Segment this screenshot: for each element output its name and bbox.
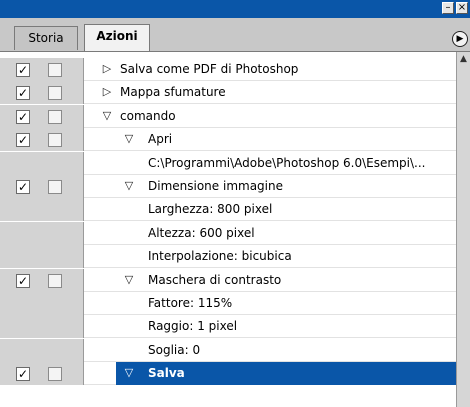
action-row[interactable]: Raggio: 1 pixel [0,315,456,339]
action-row[interactable]: ✓ ▷ Mappa sfumature [0,81,456,105]
close-button[interactable]: × [456,2,468,14]
toggle-item-checkbox[interactable]: ✓ [16,86,30,101]
row-toggle-column [0,151,84,175]
expanded-triangle-icon[interactable]: ▽ [100,109,114,123]
row-toggle-column: ✓ [0,58,84,81]
tab-storia[interactable]: Storia [14,26,78,50]
action-label: Raggio: 1 pixel [148,319,238,334]
row-toggle-column: ✓ [0,128,84,152]
action-label: Salva come PDF di Photoshop [120,62,299,76]
scroll-up-icon[interactable]: ▲ [457,52,470,66]
row-toggle-column: ✓ [0,268,84,292]
toggle-dialog-checkbox[interactable] [48,180,62,194]
toggle-item-checkbox[interactable]: ✓ [16,367,30,382]
toggle-dialog-checkbox[interactable] [48,133,62,148]
action-label: Mappa sfumature [120,85,226,100]
action-row[interactable]: Larghezza: 800 pixel [0,198,456,222]
toggle-dialog-checkbox[interactable] [48,109,62,124]
row-toggle-column [0,221,84,245]
toggle-dialog-checkbox[interactable] [48,367,62,382]
action-label: Maschera di contrasto [148,272,282,287]
action-row[interactable]: ✓ ▽ Dimensione immagine [0,175,456,198]
toggle-dialog-checkbox[interactable] [48,273,62,288]
row-toggle-column: ✓ [0,81,84,105]
row-toggle-column [0,245,84,269]
action-row[interactable]: ✓ ▽ Maschera di contrasto [0,268,456,292]
actions-list[interactable]: ✓ ▷ Salva come PDF di Photoshop ✓ ▷ Mappa sfu… [0,52,456,407]
tab-bar: Storia Azioni ▶ [0,18,470,52]
action-label: Soglia: 0 [148,342,201,357]
expanded-triangle-icon[interactable]: ▽ [122,366,136,380]
action-row[interactable]: C:\Programmi\Adobe\Photoshop 6.0\Esempi\… [0,151,456,175]
toggle-item-checkbox[interactable]: ✓ [16,109,30,124]
row-toggle-column [0,315,84,339]
action-label: Interpolazione: bicubica [148,249,292,264]
toggle-item-checkbox[interactable]: ✓ [16,273,30,288]
action-label: Salva [148,366,185,381]
expanded-triangle-icon[interactable]: ▽ [122,132,136,146]
tab-azioni[interactable]: Azioni [84,24,150,52]
action-row-selected[interactable]: ✓ ▽ Salva [0,362,456,386]
expanded-triangle-icon[interactable]: ▽ [122,273,136,287]
toggle-dialog-checkbox[interactable] [48,86,62,101]
panel-titlebar[interactable]: – × [0,0,470,18]
action-label: Fattore: 115% [148,296,233,310]
action-label: Dimensione immagine [148,179,283,193]
action-label: Larghezza: 800 pixel [148,202,273,217]
action-label: C:\Programmi\Adobe\Photoshop 6.0\Esempi\… [148,155,426,170]
vertical-scrollbar[interactable]: ▲ [456,52,470,407]
row-toggle-column: ✓ [0,362,84,386]
row-toggle-column [0,338,84,362]
toggle-item-checkbox[interactable]: ✓ [16,63,30,77]
row-toggle-column: ✓ [0,175,84,198]
toggle-dialog-checkbox[interactable] [48,63,62,77]
action-row[interactable]: ✓ ▽ Apri [0,128,456,152]
action-row[interactable]: ✓ ▷ Salva come PDF di Photoshop [0,58,456,81]
action-label: Altezza: 600 pixel [148,225,255,240]
row-toggle-column: ✓ [0,104,84,128]
toggle-item-checkbox[interactable]: ✓ [16,133,30,148]
action-label: Apri [148,132,173,147]
toggle-item-checkbox[interactable]: ✓ [16,180,30,194]
collapsed-triangle-icon[interactable]: ▷ [100,62,114,76]
minimize-button[interactable]: – [442,2,454,14]
action-row[interactable]: Interpolazione: bicubica [0,245,456,269]
action-row[interactable]: Altezza: 600 pixel [0,221,456,245]
expanded-triangle-icon[interactable]: ▽ [122,179,136,193]
row-toggle-column [0,292,84,315]
action-label: comando [120,108,176,123]
row-toggle-column [0,198,84,222]
action-row[interactable]: ✓ ▽ comando [0,104,456,128]
collapsed-triangle-icon[interactable]: ▷ [100,85,114,99]
panel-menu-icon[interactable]: ▶ [452,31,468,47]
action-row[interactable]: Fattore: 115% [0,292,456,315]
action-row[interactable]: Soglia: 0 [0,338,456,362]
